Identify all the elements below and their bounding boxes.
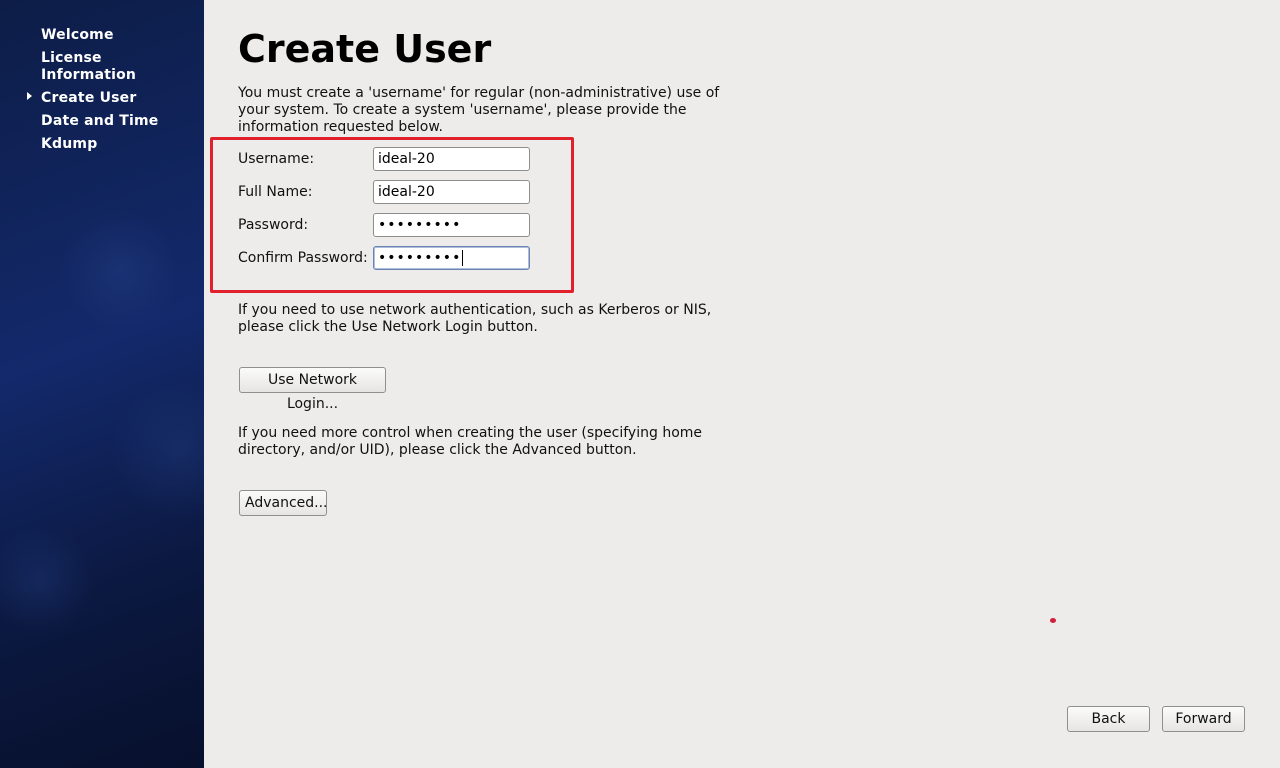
page-title: Create User (238, 27, 492, 71)
forward-button[interactable]: Forward (1162, 706, 1245, 732)
sidebar-item-welcome: Welcome (41, 27, 114, 43)
password-label: Password: (238, 217, 309, 233)
use-network-login-button[interactable]: Use Network Login... (239, 367, 386, 412)
username-label: Username: (238, 151, 315, 167)
confirm-password-field[interactable]: ••••••••• (373, 246, 530, 270)
username-field[interactable]: ideal-20 (373, 147, 530, 171)
sidebar-item-create-user: Create User (41, 90, 137, 106)
text-cursor (462, 250, 464, 266)
main-panel: Create User You must create a 'username'… (204, 0, 1280, 768)
full-name-field[interactable]: ideal-20 (373, 180, 530, 204)
confirm-password-value: ••••••••• (378, 250, 462, 266)
network-auth-text: If you need to use network authenticatio… (238, 302, 712, 335)
intro-text: You must create a 'username' for regular… (238, 85, 720, 135)
current-step-arrow-icon (27, 92, 32, 100)
sidebar-item-license-information: License Information (41, 50, 137, 83)
sidebar-item-date-and-time: Date and Time (41, 113, 159, 129)
confirm-password-label: Confirm Password: (238, 250, 368, 266)
back-button[interactable]: Back (1067, 706, 1150, 732)
advanced-text: If you need more control when creating t… (238, 425, 703, 458)
mouse-pointer-dot (1050, 618, 1056, 623)
sidebar: Welcome License Information Create User … (0, 0, 204, 768)
advanced-button[interactable]: Advanced... (239, 490, 328, 516)
sidebar-item-kdump: Kdump (41, 136, 98, 152)
full-name-label: Full Name: (238, 184, 313, 200)
password-field[interactable]: ••••••••• (373, 213, 530, 237)
